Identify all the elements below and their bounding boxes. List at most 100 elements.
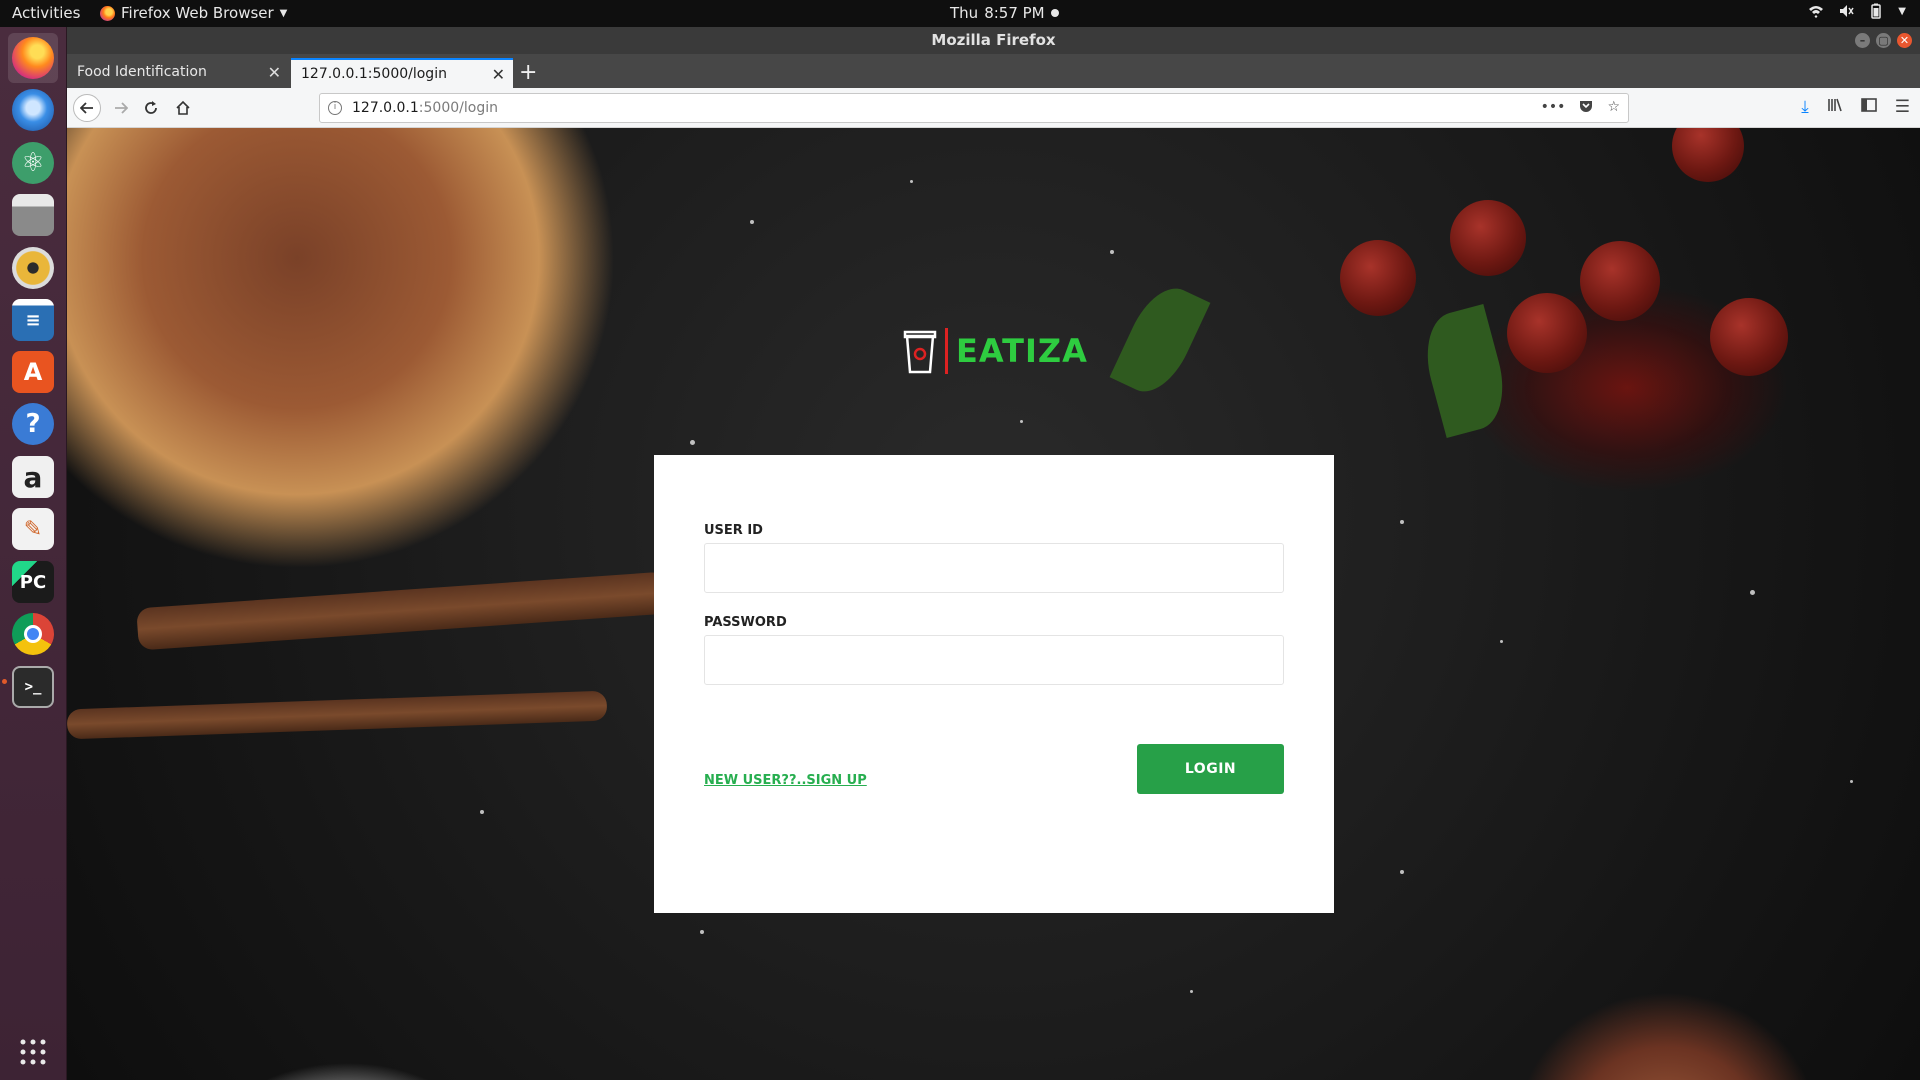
clock[interactable]: Thu 8:57 PM [950,4,1059,22]
tomato-decoration [1672,128,1744,182]
flour-speck-decoration [910,180,913,183]
window-titlebar[interactable]: Mozilla Firefox – ▢ ✕ [67,27,1920,54]
tomato-decoration [1507,293,1587,373]
reload-button[interactable] [139,96,163,120]
launcher-writer[interactable]: ≡ [8,295,58,345]
logo-divider [945,328,948,374]
tab-label: 127.0.0.1:5000/login [301,66,447,82]
launcher-atom[interactable]: ⚛ [8,138,58,188]
user-id-input[interactable] [704,543,1284,593]
signup-link[interactable]: NEW USER??..SIGN UP [704,773,867,788]
url-bar[interactable]: i 127.0.0.1:5000/login ••• ☆ [319,93,1629,123]
volume-muted-icon [1840,5,1854,17]
tab-label: Food Identification [77,64,207,80]
launcher-thunderbird[interactable] [8,85,58,135]
new-tab-button[interactable]: + [519,60,537,85]
page-actions-menu-icon[interactable]: ••• [1541,99,1566,117]
show-applications-button[interactable] [8,1027,58,1077]
forward-arrow-icon [115,102,128,114]
flour-speck-decoration [1110,250,1114,254]
launcher-terminal[interactable]: >_ [8,662,58,712]
launcher: ⚛ ≡ A ? a ✎ PC >_ [0,27,67,1080]
forward-button[interactable] [109,96,133,120]
login-button[interactable]: LOGIN [1137,744,1284,794]
back-button[interactable] [73,94,101,122]
tomato-decoration [1710,298,1788,376]
home-icon [176,100,190,115]
tomato-decoration [1450,200,1526,276]
tab-bar: Food Identification ✕ 127.0.0.1:5000/log… [67,54,1920,88]
clock-day: Thu [950,4,979,22]
help-icon: ? [12,403,54,445]
page-content: EATIZA USER ID PASSWORD NEW USER??..SIGN… [67,128,1920,1080]
home-button[interactable] [171,96,195,120]
launcher-chrome[interactable] [8,609,58,659]
tab-login[interactable]: 127.0.0.1:5000/login ✕ [291,58,513,88]
tomato-decoration [1580,241,1660,321]
flour-speck-decoration [1500,640,1503,643]
terminal-icon: >_ [12,666,54,708]
window-title: Mozilla Firefox [931,31,1056,49]
battery-icon [1871,3,1882,19]
launcher-help[interactable]: ? [8,399,58,449]
flour-speck-decoration [1850,780,1853,783]
wooden-fork-decoration [67,690,608,740]
library-icon[interactable] [1827,97,1843,118]
rhythmbox-icon [12,247,54,289]
flour-speck-decoration [1400,870,1404,874]
launcher-files[interactable] [8,190,58,240]
parsley-decoration [1109,277,1211,403]
system-menu-arrow-icon: ▼ [1898,5,1906,17]
url-text[interactable]: 127.0.0.1:5000/login [352,100,498,116]
wifi-icon [1809,6,1824,18]
firefox-icon [12,37,54,79]
system-tray[interactable]: ▼ [1808,3,1906,19]
parsley-decoration [1415,303,1515,439]
apps-grid-icon [20,1039,46,1065]
app-menu[interactable]: Firefox Web Browser ▼ [100,4,287,22]
site-info-icon[interactable]: i [328,101,342,115]
clock-time: 8:57 PM [984,4,1045,22]
launcher-amazon[interactable]: a [8,452,58,502]
close-tab-icon[interactable]: ✕ [268,63,281,82]
url-host: 127.0.0.1 [352,100,419,116]
brand-name: EATIZA [956,332,1088,370]
close-tab-icon[interactable]: ✕ [492,65,505,84]
hamburger-menu-icon[interactable]: ☰ [1895,97,1910,118]
flour-speck-decoration [1400,520,1404,524]
bookmark-star-icon[interactable]: ☆ [1607,99,1620,117]
launcher-firefox[interactable] [8,33,58,83]
thunderbird-icon [12,89,54,131]
amazon-icon: a [12,456,54,498]
launcher-pycharm[interactable]: PC [8,557,58,607]
text-editor-icon: ✎ [12,508,54,550]
navigation-toolbar: i 127.0.0.1:5000/login ••• ☆ ⤓ ☰ [67,88,1920,128]
tomato-decoration [1340,240,1416,316]
password-input[interactable] [704,635,1284,685]
app-menu-label: Firefox Web Browser [121,4,274,22]
flour-speck-decoration [1750,590,1755,595]
flour-speck-decoration [1020,420,1023,423]
pocket-icon[interactable] [1579,99,1593,117]
sidebar-icon[interactable] [1860,97,1877,118]
pycharm-icon: PC [12,561,54,603]
atom-icon: ⚛ [12,142,54,184]
flour-speck-decoration [1190,990,1193,993]
launcher-text-editor[interactable]: ✎ [8,504,58,554]
activities-button[interactable]: Activities [12,4,80,22]
user-id-label: USER ID [704,523,763,538]
minimize-button[interactable]: – [1855,33,1870,48]
chrome-icon [12,613,54,655]
password-label: PASSWORD [704,615,787,630]
close-window-button[interactable]: ✕ [1897,33,1912,48]
flour-speck-decoration [480,810,484,814]
running-indicator [2,679,7,684]
launcher-rhythmbox[interactable] [8,243,58,293]
notification-dot-icon [1050,9,1059,17]
login-card: USER ID PASSWORD NEW USER??..SIGN UP LOG… [654,455,1334,913]
tab-food-identification[interactable]: Food Identification ✕ [67,58,289,88]
flour-speck-decoration [690,440,695,445]
maximize-button[interactable]: ▢ [1876,33,1891,48]
launcher-software[interactable]: A [8,347,58,397]
downloads-icon[interactable]: ⤓ [1801,97,1809,118]
